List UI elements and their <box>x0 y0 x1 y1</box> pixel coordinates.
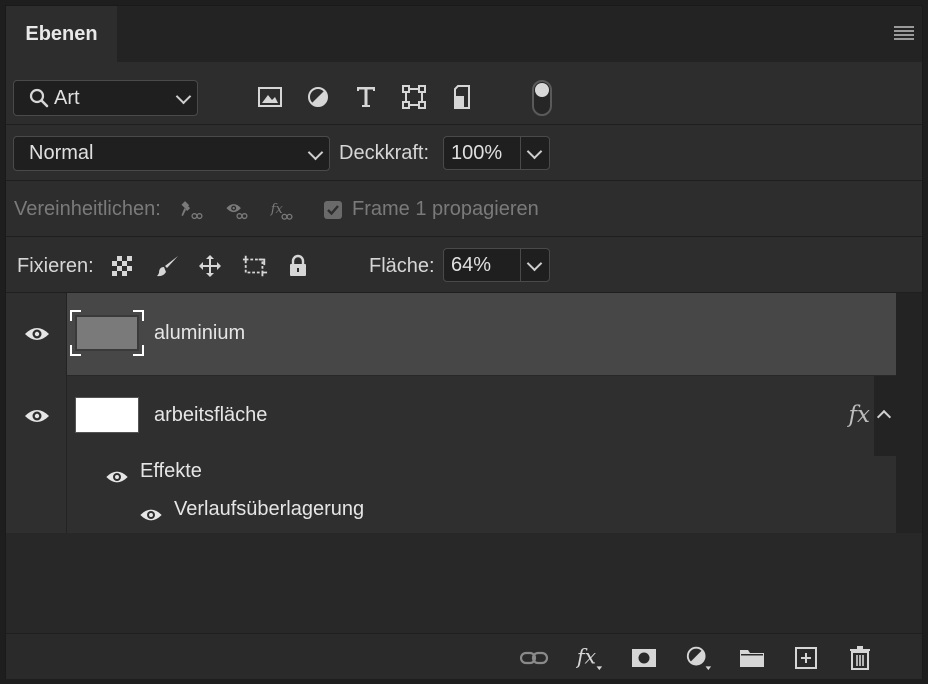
unify-position-icon[interactable] <box>180 198 206 224</box>
unify-label: Vereinheitlichen: <box>14 198 161 220</box>
eye-icon[interactable] <box>24 407 50 425</box>
layer-effects-badge[interactable]: fx <box>849 402 870 428</box>
adjustment-filter-icon[interactable] <box>305 84 331 110</box>
chevron-down-icon <box>307 144 324 160</box>
new-group-icon[interactable] <box>738 644 766 672</box>
add-style-icon[interactable]: fx <box>576 644 604 672</box>
lock-row: Fixieren: Fläche: 64% <box>6 237 922 293</box>
delete-layer-icon[interactable] <box>846 644 874 672</box>
propagate-label: Frame 1 propagieren <box>352 198 539 220</box>
add-mask-icon[interactable] <box>630 644 658 672</box>
layer-row-arbeitsflaeche[interactable]: arbeitsfläche fx Effekte Verlaufsüberlag… <box>67 376 896 533</box>
chevron-down-icon <box>175 88 192 105</box>
svg-text:fx: fx <box>576 645 597 669</box>
unify-style-icon[interactable]: fx <box>270 198 296 224</box>
unify-visibility-icon[interactable] <box>225 198 251 224</box>
opacity-dropdown-button[interactable] <box>520 137 549 169</box>
filter-toggle[interactable] <box>532 80 552 116</box>
search-icon <box>28 87 50 109</box>
filter-kind-dropdown[interactable]: Art <box>13 80 198 116</box>
lock-all-icon[interactable] <box>285 253 311 279</box>
blend-mode-value: Normal <box>29 142 94 164</box>
layers-panel: Ebenen Art Normal Deckkraft: 100% Verein… <box>5 5 923 679</box>
fill-dropdown-button[interactable] <box>520 249 549 281</box>
fill-field[interactable]: 64% <box>443 248 550 282</box>
panel-footer: fx <box>6 633 922 679</box>
collapse-effects-button[interactable] <box>874 376 896 456</box>
link-layers-icon[interactable] <box>520 644 548 672</box>
chevron-down-icon <box>526 255 543 272</box>
effects-label[interactable]: Effekte <box>140 460 202 483</box>
selection-brackets-icon <box>70 310 144 356</box>
svg-text:fx: fx <box>270 202 284 217</box>
lock-image-pixels-icon[interactable] <box>155 253 181 279</box>
scrollbar[interactable] <box>896 293 922 533</box>
layers-list: aluminium arbeitsfläche fx Effekte Verla… <box>6 293 922 633</box>
opacity-value[interactable]: 100% <box>444 142 520 165</box>
layer-name[interactable]: aluminium <box>154 322 245 345</box>
propagate-checkbox[interactable] <box>324 201 342 219</box>
eye-icon[interactable] <box>105 469 129 487</box>
chevron-down-icon <box>526 143 543 160</box>
blend-mode-dropdown[interactable]: Normal <box>13 136 330 171</box>
blend-row: Normal Deckkraft: 100% <box>6 125 922 181</box>
image-filter-icon[interactable] <box>257 84 283 110</box>
panel-menu-icon[interactable] <box>894 26 914 40</box>
lock-position-icon[interactable] <box>197 253 223 279</box>
eye-icon[interactable] <box>24 325 50 343</box>
smart-object-filter-icon[interactable] <box>449 84 475 110</box>
layer-name[interactable]: arbeitsfläche <box>154 404 267 427</box>
lock-artboard-icon[interactable] <box>242 253 268 279</box>
opacity-field[interactable]: 100% <box>443 136 550 170</box>
unify-row: Vereinheitlichen: fx Frame 1 propagieren <box>6 181 922 237</box>
fill-label: Fläche: <box>369 255 435 277</box>
filter-row: Art <box>6 62 922 125</box>
fill-value[interactable]: 64% <box>444 254 520 277</box>
type-filter-icon[interactable] <box>353 84 379 110</box>
layer-thumbnail <box>75 397 139 433</box>
eye-icon[interactable] <box>139 507 163 525</box>
effect-item-gradient-overlay[interactable]: Verlaufsüberlagerung <box>174 498 364 521</box>
panel-header: Ebenen <box>6 6 922 62</box>
lock-label: Fixieren: <box>17 255 94 277</box>
opacity-label: Deckkraft: <box>339 142 430 164</box>
shape-filter-icon[interactable] <box>401 84 427 110</box>
tab-layers[interactable]: Ebenen <box>6 6 117 62</box>
new-layer-icon[interactable] <box>792 644 820 672</box>
layer-row-aluminium[interactable]: aluminium <box>67 293 896 375</box>
filter-kind-label: Art <box>54 86 80 109</box>
adjustment-layer-icon[interactable] <box>685 644 713 672</box>
chevron-up-icon <box>876 409 892 425</box>
lock-transparent-pixels-icon[interactable] <box>109 253 135 279</box>
